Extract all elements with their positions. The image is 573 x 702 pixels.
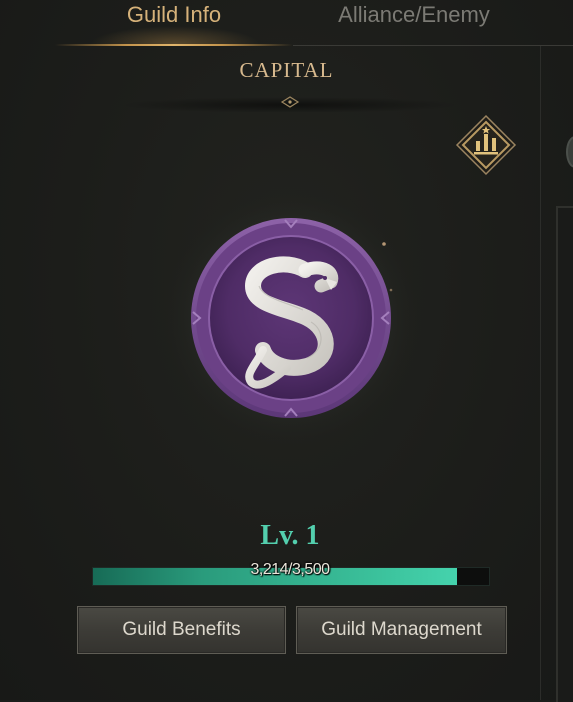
level-progress-text: 3,214/3,500 xyxy=(250,561,330,578)
guild-management-button[interactable]: Guild Management xyxy=(296,606,507,654)
active-tab-glow xyxy=(90,26,260,44)
ranking-icon[interactable] xyxy=(455,114,517,176)
capital-ornament xyxy=(120,96,460,112)
panel-divider xyxy=(540,46,541,700)
active-tab-underline xyxy=(55,44,293,46)
tab-bar: Guild Info Alliance/Enemy xyxy=(0,0,573,46)
serpent-emblem-icon xyxy=(156,190,426,453)
capital-title: CAPITAL xyxy=(239,58,334,82)
tab-divider xyxy=(293,45,573,46)
side-panel-edge xyxy=(556,206,573,702)
tab-alliance-enemy[interactable]: Alliance/Enemy xyxy=(300,0,528,46)
guild-level: Lv. 1 xyxy=(260,520,320,551)
guild-benefits-button[interactable]: Guild Benefits xyxy=(77,606,286,654)
